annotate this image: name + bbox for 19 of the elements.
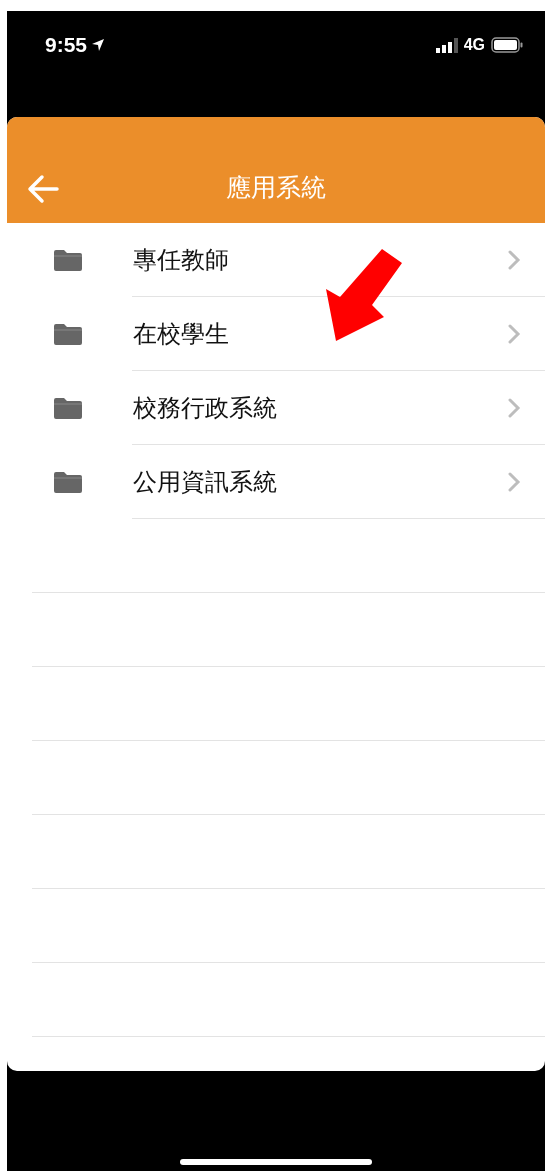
- folder-icon: [53, 322, 83, 346]
- chevron-right-icon: [507, 249, 521, 271]
- folder-icon: [53, 248, 83, 272]
- back-icon[interactable]: [27, 174, 59, 204]
- signal-icon: [435, 37, 458, 53]
- location-icon: [91, 38, 106, 52]
- folder-icon: [53, 470, 83, 494]
- network-type: 4G: [463, 35, 485, 55]
- list-item[interactable]: 校務行政系統: [133, 392, 277, 424]
- list-item[interactable]: 在校學生: [133, 318, 229, 350]
- chevron-right-icon: [507, 397, 521, 419]
- chevron-right-icon: [507, 323, 521, 345]
- chevron-right-icon: [507, 471, 521, 493]
- header-title: 應用系統: [226, 171, 326, 203]
- battery-icon: [491, 37, 523, 53]
- status-time: 9:55: [45, 33, 88, 57]
- list-item[interactable]: 公用資訊系統: [133, 466, 277, 498]
- folder-icon: [53, 396, 83, 420]
- list-item[interactable]: 專任教師: [133, 244, 229, 276]
